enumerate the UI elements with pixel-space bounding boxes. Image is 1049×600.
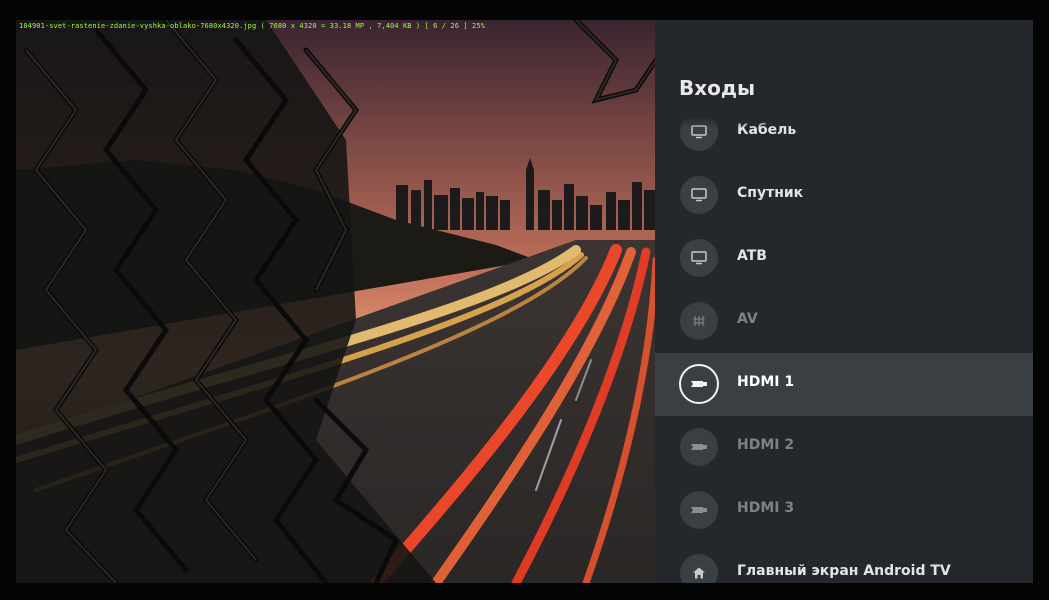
input-item-label: HDMI 2 xyxy=(737,437,795,453)
input-item-android-home[interactable]: Главный экран Android TV xyxy=(655,542,1033,583)
av-icon xyxy=(680,302,718,340)
tv-icon xyxy=(680,176,718,214)
hdmi-icon xyxy=(680,491,718,529)
input-item-hdmi1[interactable]: HDMI 1 xyxy=(655,353,1033,416)
tv-screen: 104901-svet-rastenie-zdanie-vyshka-oblak… xyxy=(16,20,1033,583)
tv-icon xyxy=(680,239,718,277)
hdmi-icon xyxy=(679,364,719,404)
panel-title: Входы xyxy=(679,76,756,100)
tv-bezel: 104901-svet-rastenie-zdanie-vyshka-oblak… xyxy=(0,0,1049,600)
input-item-label: HDMI 3 xyxy=(737,500,795,516)
inputs-panel: Входы Кабель Спутник ATB AV HDMI 1 HDMI … xyxy=(655,20,1033,583)
input-item-av[interactable]: AV xyxy=(655,290,1033,353)
home-icon xyxy=(680,554,718,583)
input-item-label: AV xyxy=(737,311,758,327)
input-item-label: ATB xyxy=(737,248,767,264)
input-item-satellite[interactable]: Спутник xyxy=(655,164,1033,227)
inputs-list: Кабель Спутник ATB AV HDMI 1 HDMI 2 HDMI… xyxy=(655,116,1033,583)
hdmi-icon xyxy=(680,428,718,466)
input-item-hdmi3[interactable]: HDMI 3 xyxy=(655,479,1033,542)
input-item-atv[interactable]: ATB xyxy=(655,227,1033,290)
input-item-label: Спутник xyxy=(737,185,804,201)
list-top-fade xyxy=(655,116,1033,128)
background-photo: 104901-svet-rastenie-zdanie-vyshka-oblak… xyxy=(16,20,656,583)
input-item-label: HDMI 1 xyxy=(737,374,795,390)
image-viewer-file-info: 104901-svet-rastenie-zdanie-vyshka-oblak… xyxy=(19,22,485,30)
input-item-hdmi2[interactable]: HDMI 2 xyxy=(655,416,1033,479)
input-item-label: Главный экран Android TV xyxy=(737,563,951,579)
